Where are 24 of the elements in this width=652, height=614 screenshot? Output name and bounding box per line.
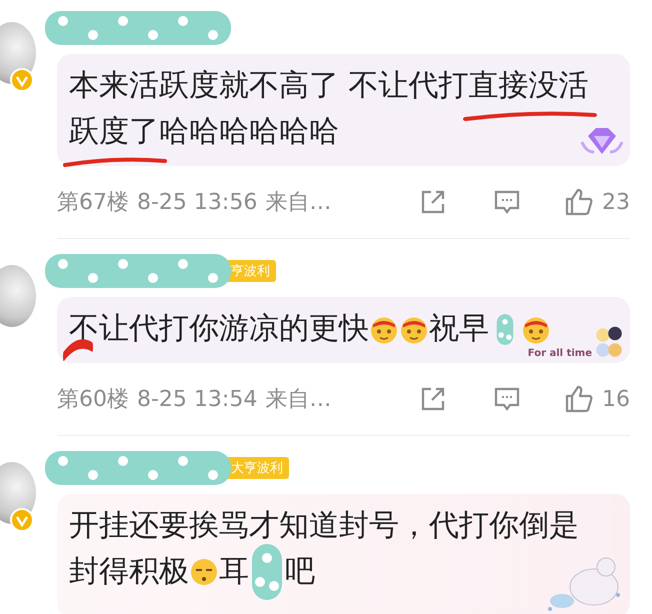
post-time: 8-25 13:56 — [137, 190, 258, 214]
avatar[interactable] — [0, 265, 36, 327]
post-source: 来自… — [265, 189, 332, 217]
like-icon[interactable] — [564, 384, 594, 414]
like-icon[interactable] — [564, 187, 594, 217]
like-count: 23 — [602, 190, 630, 214]
floor-number: 第60楼 — [57, 386, 129, 414]
comment-text: 哈哈哈哈哈哈 — [159, 113, 339, 151]
comment-text: 不让代打你游凉的更快 — [69, 306, 369, 366]
figures-drawing — [594, 326, 624, 359]
comment-text: 吧 — [285, 553, 315, 591]
comment-text: 本来活跃度就不高了 不让代打 — [69, 67, 469, 105]
comment-text: 祝早 — [429, 310, 489, 348]
post-source: 来自… — [265, 386, 332, 414]
comment-text: 封得积极 — [69, 553, 189, 591]
sticker-caption: For all time — [528, 348, 592, 359]
post-time: 8-25 13:54 — [137, 386, 258, 412]
comment-text: 开挂还要挨骂才知道封号，代打你倒是 — [69, 507, 579, 545]
comment-text: 直接没活 — [468, 63, 589, 123]
comment-text: 耳 — [219, 553, 249, 591]
floor-number: 第67楼 — [57, 189, 129, 217]
comment-text: 跃度了 — [69, 109, 159, 169]
emoji-icon — [189, 557, 219, 587]
like-count: 16 — [602, 386, 630, 412]
